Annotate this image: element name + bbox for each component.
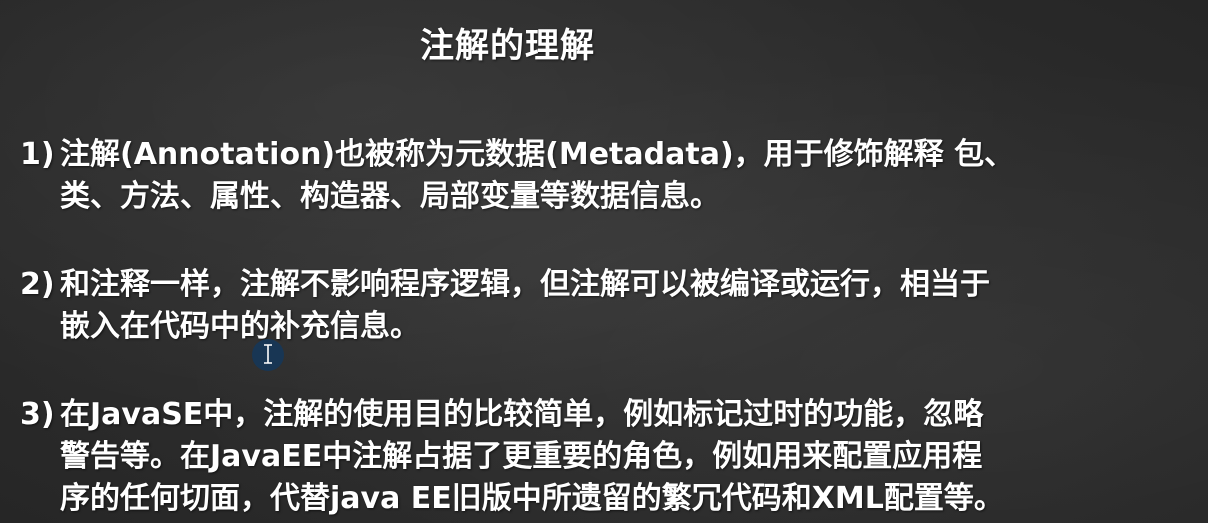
item-line: 在JavaSE中，注解的使用目的比较简单，例如标记过时的功能，忽略 xyxy=(60,397,984,432)
item-line: 注解(Annotation)也被称为元数据(Metadata)，用于修饰解释 包… xyxy=(60,137,1015,172)
item-line: 嵌入在代码中的补充信息。 xyxy=(60,309,420,344)
item-number: 3) xyxy=(20,397,55,432)
item-line: 类、方法、属性、构造器、局部变量等数据信息。 xyxy=(60,179,720,214)
item-line: 序的任何切面，代替java EE旧版中所遗留的繁冗代码和XML配置等。 xyxy=(60,481,1004,516)
slide: 注解的理解 1) 注解(Annotation)也被称为元数据(Metadata)… xyxy=(0,0,1208,523)
item-line: 和注释一样，注解不影响程序逻辑，但注解可以被编译或运行，相当于 xyxy=(60,267,990,302)
item-line: 警告等。在JavaEE中注解占据了更重要的角色，例如用来配置应用程 xyxy=(60,439,983,474)
text-cursor-icon xyxy=(264,344,272,364)
list-item-3: 3) 在JavaSE中，注解的使用目的比较简单，例如标记过时的功能，忽略 警告等… xyxy=(20,394,1195,520)
list-item-2: 2) 和注释一样，注解不影响程序逻辑，但注解可以被编译或运行，相当于 嵌入在代码… xyxy=(20,264,1195,348)
list-item-1: 1) 注解(Annotation)也被称为元数据(Metadata)，用于修饰解… xyxy=(20,134,1195,218)
item-number: 2) xyxy=(20,267,55,302)
item-number: 1) xyxy=(20,137,55,172)
slide-title: 注解的理解 xyxy=(420,26,595,66)
